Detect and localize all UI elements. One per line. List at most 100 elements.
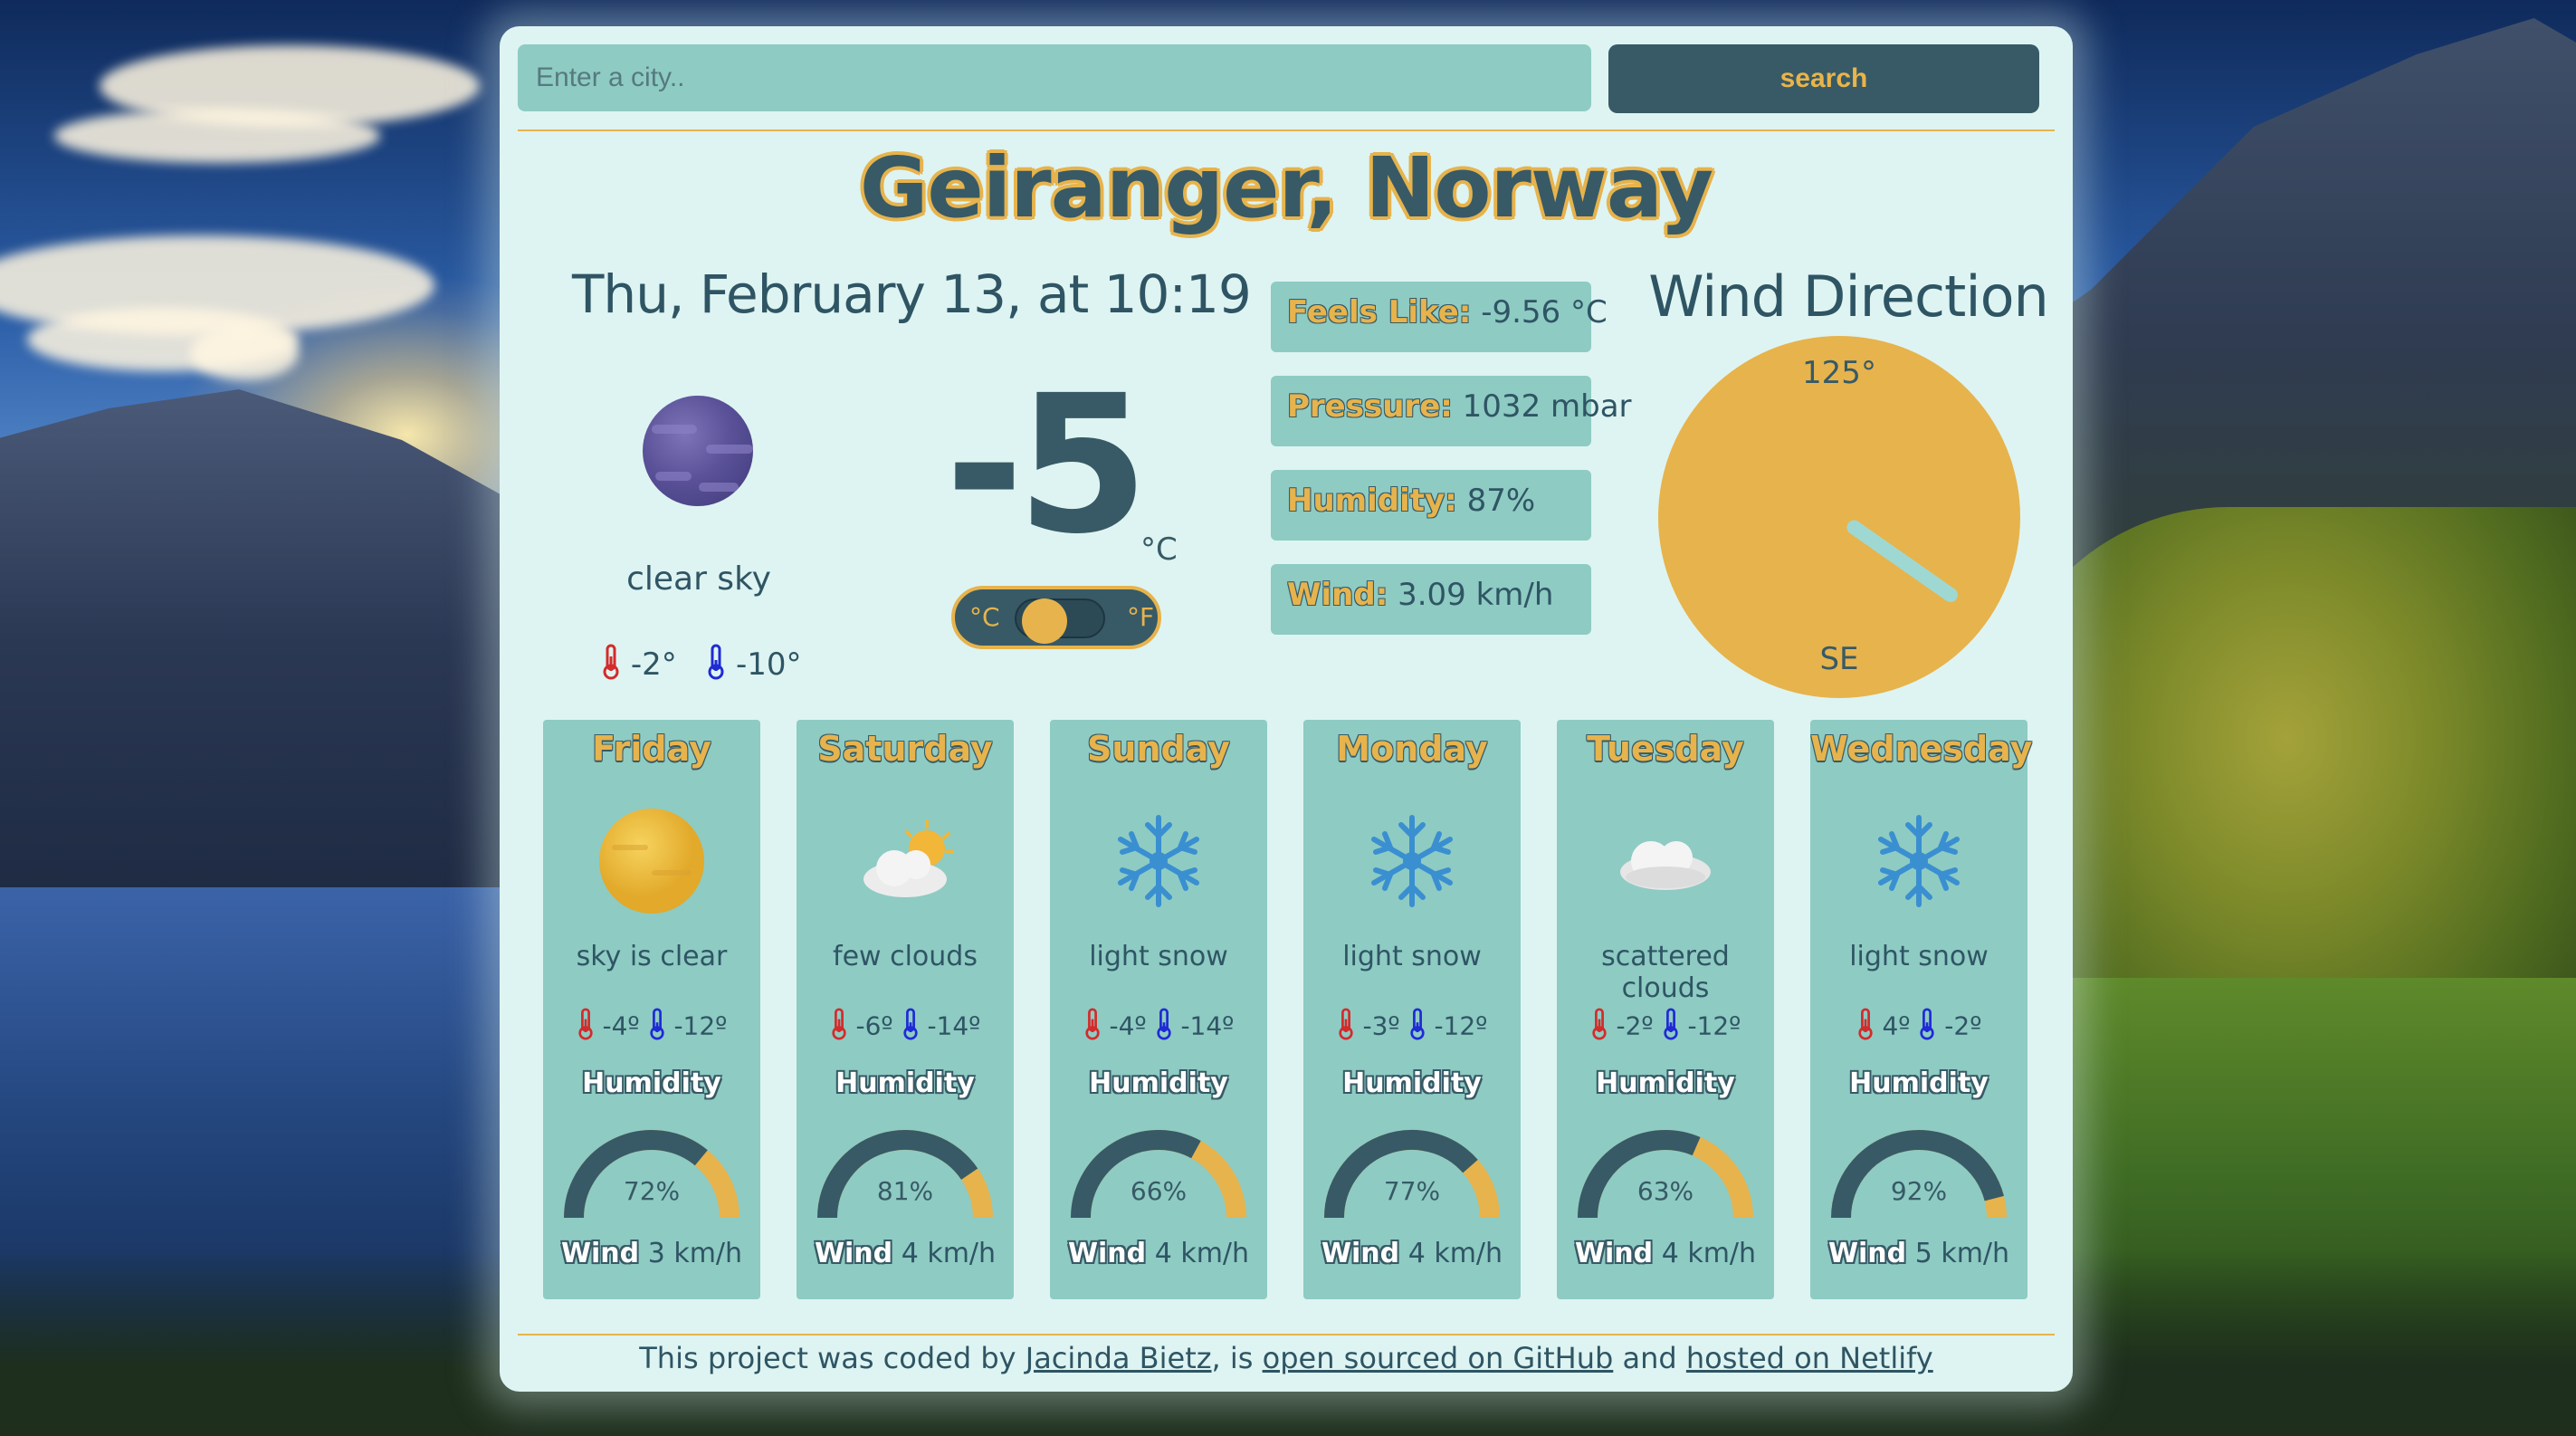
humidity-label: Humidity	[1089, 1067, 1228, 1099]
humidity-value: 72%	[623, 1176, 681, 1206]
city-search-input[interactable]	[518, 44, 1591, 111]
forecast-day-saturday: Saturday few clouds -6º -14º Humidity 81…	[797, 720, 1014, 1299]
footer: This project was coded by Jacinda Bietz,…	[500, 1341, 2073, 1375]
stat-label: Pressure:	[1287, 388, 1453, 425]
day-low: -12º	[1434, 1010, 1488, 1041]
day-high-low: -2º -12º	[1557, 1008, 1774, 1047]
wind-degrees: 125°	[1802, 355, 1876, 391]
day-description: light snow	[1342, 941, 1482, 972]
few-clouds-icon	[851, 807, 959, 915]
humidity-value: 77%	[1383, 1176, 1441, 1206]
humidity-value: 81%	[876, 1176, 934, 1206]
thermometer-hot-icon	[601, 644, 621, 688]
day-low: -14º	[1180, 1010, 1235, 1041]
divider	[518, 1334, 2055, 1335]
stat-pressure: Pressure: 1032 mbar	[1271, 376, 1632, 446]
day-name: Saturday	[817, 729, 993, 769]
humidity-value: 63%	[1636, 1176, 1694, 1206]
stat-wind: Wind: 3.09 km/h	[1271, 564, 1591, 635]
day-low: -12º	[1687, 1010, 1741, 1041]
stat-feels-like: Feels Like: -9.56 °C	[1271, 282, 1608, 352]
thermometer-cold-icon	[1155, 1008, 1173, 1047]
stat-humidity: Humidity: 87%	[1271, 470, 1591, 541]
footer-text: This project was coded by	[639, 1341, 1016, 1375]
divider	[518, 129, 2055, 131]
forecast-day-tuesday: Tuesday scattered clouds -2º -12º Humidi…	[1557, 720, 1774, 1299]
wind-value: 4 km/h	[901, 1238, 997, 1269]
humidity-label: Humidity	[1596, 1067, 1735, 1099]
thermometer-cold-icon	[1662, 1008, 1680, 1047]
humidity-label: Humidity	[582, 1067, 721, 1099]
search-button[interactable]: search	[1608, 44, 2039, 113]
day-wind: Wind 4 km/h	[797, 1238, 1014, 1269]
thermometer-hot-icon	[830, 1008, 848, 1047]
snowflake-icon	[1865, 807, 1973, 915]
sun-icon	[597, 807, 706, 915]
unit-toggle[interactable]: °C °F	[951, 586, 1161, 649]
day-high: -4º	[1109, 1010, 1147, 1041]
current-high: -2°	[630, 646, 677, 683]
stat-label: Feels Like:	[1287, 294, 1472, 330]
thermometer-hot-icon	[1856, 1008, 1875, 1047]
github-link[interactable]: open sourced on GitHub	[1263, 1341, 1614, 1375]
forecast-day-monday: Monday light snow -3º -12º Humidity 77% …	[1303, 720, 1521, 1299]
stat-value: -9.56 °C	[1481, 294, 1608, 330]
day-high: -4º	[602, 1010, 640, 1041]
wind-label: Wind	[560, 1238, 640, 1269]
author-link[interactable]: Jacinda Bietz	[1026, 1341, 1212, 1375]
thermometer-hot-icon	[1337, 1008, 1355, 1047]
thermometer-hot-icon	[577, 1008, 595, 1047]
day-wind: Wind 3 km/h	[543, 1238, 760, 1269]
thermometer-hot-icon	[1083, 1008, 1102, 1047]
forecast-day-sunday: Sunday light snow -4º -14º Humidity 66% …	[1050, 720, 1267, 1299]
wind-value: 5 km/h	[1914, 1238, 2010, 1269]
footer-text: , is	[1211, 1341, 1254, 1375]
wind-label: Wind	[814, 1238, 893, 1269]
day-high: -2º	[1616, 1010, 1654, 1041]
netlify-link[interactable]: hosted on Netlify	[1686, 1341, 1933, 1375]
day-wind: Wind 4 km/h	[1557, 1238, 1774, 1269]
wind-value: 4 km/h	[1661, 1238, 1757, 1269]
wind-label: Wind	[1827, 1238, 1907, 1269]
day-name: Monday	[1336, 729, 1488, 769]
humidity-value: 92%	[1890, 1176, 1948, 1206]
day-high: -3º	[1362, 1010, 1400, 1041]
forecast-row: Friday sky is clear -4º -12º Humidity 72…	[543, 720, 2033, 1299]
wind-cardinal: SE	[1819, 641, 1858, 677]
footer-text: and	[1622, 1341, 1677, 1375]
day-high-low: -3º -12º	[1303, 1008, 1521, 1047]
day-high: 4º	[1882, 1010, 1911, 1041]
temperature-unit: °C	[1140, 531, 1178, 568]
day-high-low: -4º -14º	[1050, 1008, 1267, 1047]
wind-value: 4 km/h	[1154, 1238, 1250, 1269]
current-datetime: Thu, February 13, at 10:19	[572, 263, 1252, 325]
wind-value: 3 km/h	[647, 1238, 743, 1269]
stat-value: 3.09 km/h	[1398, 577, 1554, 613]
day-name: Friday	[592, 729, 711, 769]
weather-card: search Geiranger, Norway Thu, February 1…	[500, 26, 2073, 1392]
day-high: -6º	[855, 1010, 893, 1041]
day-wind: Wind 4 km/h	[1050, 1238, 1267, 1269]
humidity-label: Humidity	[1342, 1067, 1482, 1099]
humidity-label: Humidity	[1849, 1067, 1989, 1099]
day-name: Sunday	[1087, 729, 1230, 769]
day-name: Tuesday	[1587, 729, 1744, 769]
day-wind: Wind 5 km/h	[1810, 1238, 2027, 1269]
wind-label: Wind	[1321, 1238, 1400, 1269]
day-low: -2º	[1944, 1010, 1982, 1041]
thermometer-cold-icon	[1918, 1008, 1936, 1047]
day-high-low: 4º -2º	[1810, 1008, 2027, 1047]
day-name: Wednesday	[1810, 729, 2033, 769]
moon-icon	[643, 396, 753, 506]
fahrenheit-label: °F	[1127, 602, 1155, 632]
celsius-label: °C	[969, 602, 1000, 632]
day-low: -14º	[927, 1010, 981, 1041]
current-low: -10°	[735, 646, 802, 683]
thermometer-cold-icon	[706, 644, 726, 688]
toggle-knob[interactable]	[1022, 598, 1067, 644]
thermometer-cold-icon	[648, 1008, 666, 1047]
forecast-day-wednesday: Wednesday light snow 4º -2º Humidity 92%…	[1810, 720, 2033, 1299]
current-high-low: -2° -10°	[601, 644, 818, 688]
day-description: scattered clouds	[1601, 941, 1730, 1004]
stat-label: Humidity:	[1287, 483, 1457, 519]
